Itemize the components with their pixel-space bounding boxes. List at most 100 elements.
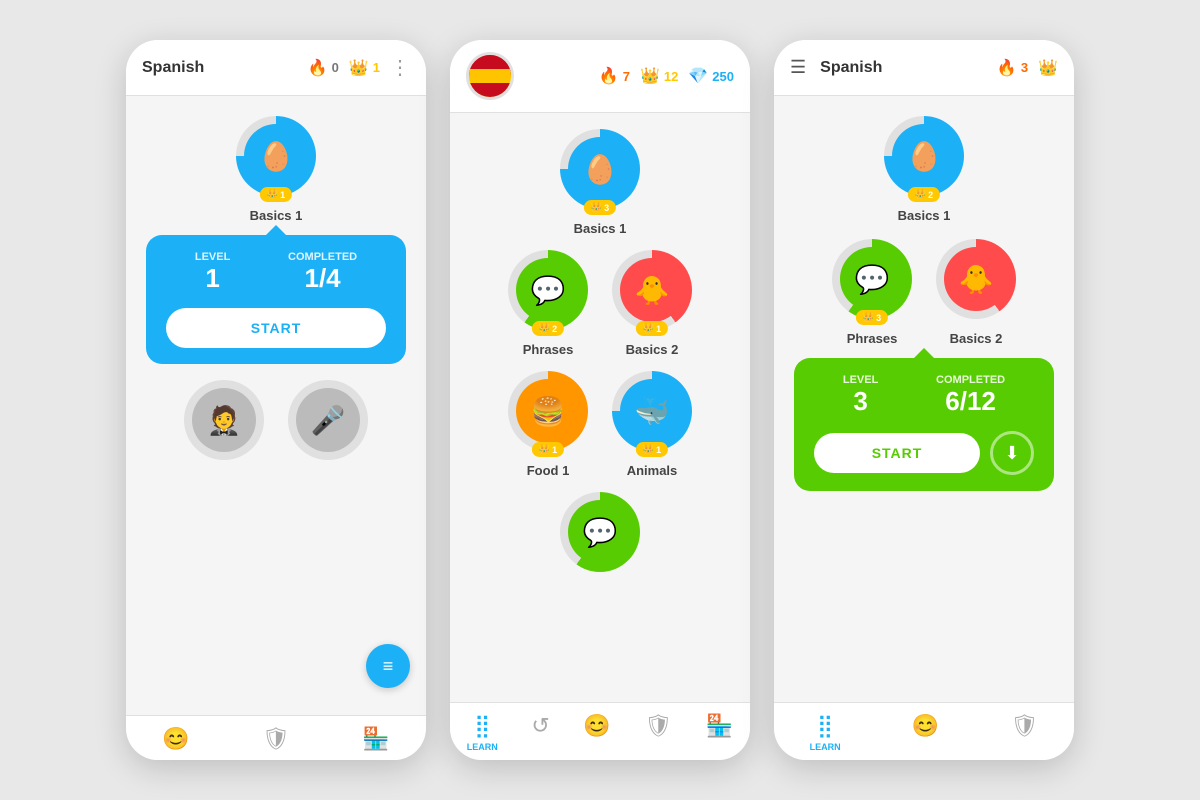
p2-phrases-badge: 2: [532, 321, 564, 336]
profile-icon: 😊: [162, 726, 189, 752]
download-button[interactable]: ⬇: [990, 431, 1034, 475]
phone3-fire-stat: 🔥 3: [997, 58, 1028, 78]
phone-2: 🔥 7 👑 12 💎 250 🥚 3 Basics 1 💬 2: [450, 40, 750, 760]
level-stat: Level 1: [195, 251, 230, 294]
p2-lesson-row2: 💬 2 Phrases 🐥 1 Basics 2: [508, 250, 692, 357]
p2-food1-lesson[interactable]: 🍔 1 Food 1: [508, 371, 588, 478]
p2-basics2-lesson[interactable]: 🐥 1 Basics 2: [612, 250, 692, 357]
locked-circle-2: 🎤: [288, 380, 368, 460]
p3-basics2-label: Basics 2: [950, 331, 1003, 346]
menu-dots[interactable]: ⋮: [390, 55, 410, 80]
phone3-header: ☰ Spanish 🔥 3 👑: [774, 40, 1074, 96]
p2-phrases-circle: 💬 2: [508, 250, 588, 330]
basics1-icon: 🥚: [244, 124, 308, 188]
phone1-bottom-nav: 😊 🛡 🏪: [126, 715, 426, 760]
fire-icon: 🔥: [308, 58, 328, 78]
p2-phrases-icon: 💬: [516, 258, 580, 322]
p3-basics2-lesson[interactable]: 🐥 Basics 2: [936, 239, 1016, 346]
flag-yellow: [469, 69, 511, 83]
p3-basics1-label: Basics 1: [898, 208, 951, 223]
popup-stats: Level 1 Completed 1/4: [166, 251, 386, 294]
p3-nav-shield[interactable]: 🛡: [1010, 713, 1038, 752]
nav-profile[interactable]: 😊: [162, 726, 189, 752]
learn-label: LEARN: [467, 742, 498, 752]
p3-level-label: Level: [843, 374, 878, 386]
p3-completed-stat: Completed 6/12: [936, 374, 1005, 417]
phone2-gem-value: 250: [712, 69, 734, 84]
p3-basics1-badge: 2: [908, 187, 940, 202]
start-button[interactable]: START: [166, 308, 386, 348]
p2-partial-icon: 💬: [568, 500, 632, 564]
shop-icon-2: 🏪: [706, 713, 733, 739]
phone1-body: 🥚 1 Basics 1 Level 1 Completed 1/4 START: [126, 96, 426, 715]
phone1-fire-stat: 🔥 0: [308, 58, 339, 78]
p3-basics1-circle: 🥚 2: [884, 116, 964, 196]
phone3-title: Spanish: [820, 59, 898, 77]
p2-basics1-icon: 🥚: [568, 137, 632, 201]
p2-basics1-lesson[interactable]: 🥚 3 Basics 1: [560, 129, 640, 236]
completed-label: Completed: [288, 251, 357, 263]
flag-red-top: [469, 55, 511, 69]
p2-partial-lesson[interactable]: 💬: [560, 492, 640, 572]
phone1-crown-value: 1: [373, 60, 380, 75]
p2-food1-circle: 🍔 1: [508, 371, 588, 451]
phone1-header: Spanish 🔥 0 👑 1 ⋮: [126, 40, 426, 96]
p2-basics2-badge: 1: [636, 321, 668, 336]
phone1-title: Spanish: [142, 59, 298, 77]
nav-profile2[interactable]: 😊: [583, 713, 610, 752]
phone2-crown-value: 12: [664, 69, 678, 84]
phone2-header: 🔥 7 👑 12 💎 250: [450, 40, 750, 113]
phone3-crown-stat: 👑: [1038, 58, 1058, 78]
basics1-lesson[interactable]: 🥚 1 Basics 1: [236, 116, 316, 223]
practice-icon: ↺: [531, 713, 549, 739]
p3-phrases-lesson[interactable]: 💬 3 Phrases: [832, 239, 912, 346]
p3-nav-learn[interactable]: ⣿ Learn: [810, 713, 841, 752]
phone3-bottom-nav: ⣿ Learn 😊 🛡: [774, 702, 1074, 760]
p2-animals-lesson[interactable]: 🐳 1 Animals: [612, 371, 692, 478]
nav-shield[interactable]: 🛡: [262, 726, 290, 752]
p3-learn-label: Learn: [810, 742, 841, 752]
nav-learn[interactable]: ⣿ LEARN: [467, 713, 498, 752]
p2-animals-badge: 1: [636, 442, 668, 457]
nav-practice[interactable]: ↺: [531, 713, 549, 752]
p3-completed-label: Completed: [936, 374, 1005, 386]
p2-basics1-circle: 🥚 3: [560, 129, 640, 209]
level-label: Level: [195, 251, 230, 263]
locked-lessons: 🤵 🎤: [184, 380, 368, 460]
p3-basics1-lesson[interactable]: 🥚 2 Basics 1: [884, 116, 964, 223]
phone3-fire-value: 3: [1021, 60, 1028, 75]
spanish-flag: [466, 52, 514, 100]
basics1-circle: 🥚 1: [236, 116, 316, 196]
nav-shield2[interactable]: 🛡: [644, 713, 672, 752]
p3-level-value: 3: [843, 386, 878, 417]
phone2-fire-stat: 🔥 7: [599, 66, 630, 86]
p2-animals-circle: 🐳 1: [612, 371, 692, 451]
p2-lesson-row3: 🍔 1 Food 1 🐳 1 Animals: [508, 371, 692, 478]
hamburger-icon[interactable]: ☰: [790, 57, 806, 78]
p2-animals-label: Animals: [627, 463, 678, 478]
basics1-badge: 1: [260, 187, 292, 202]
phone2-body: 🥚 3 Basics 1 💬 2 Phrases 🐥 1 Basics 2: [450, 113, 750, 702]
nav-shop[interactable]: 🏪: [362, 726, 389, 752]
p2-phrases-lesson[interactable]: 💬 2 Phrases: [508, 250, 588, 357]
p3-level-stat: Level 3: [843, 374, 878, 417]
phone-1: Spanish 🔥 0 👑 1 ⋮ 🥚 1 Basics 1 Level 1: [126, 40, 426, 760]
p3-popup-stats: Level 3 Completed 6/12: [814, 374, 1034, 417]
nav-shop2[interactable]: 🏪: [706, 713, 733, 752]
p3-start-button[interactable]: START: [814, 433, 980, 473]
p3-phrases-circle: 💬 3: [832, 239, 912, 319]
p3-shield-icon: 🛡: [1010, 713, 1038, 739]
shield-icon-2: 🛡: [644, 713, 672, 739]
gem-icon: 💎: [688, 66, 708, 86]
crown-icon-2: 👑: [640, 66, 660, 86]
learn-icon: ⣿: [474, 713, 490, 739]
completed-value: 1/4: [288, 263, 357, 294]
shop-icon: 🏪: [362, 726, 389, 752]
crown-icon-3: 👑: [1038, 58, 1058, 78]
p2-basics2-icon: 🐥: [620, 258, 684, 322]
fab-button[interactable]: ≡: [366, 644, 410, 688]
p3-nav-profile[interactable]: 😊: [912, 713, 939, 752]
basics1-label: Basics 1: [250, 208, 303, 223]
level-value: 1: [195, 263, 230, 294]
phone2-gem-stat: 💎 250: [688, 66, 734, 86]
